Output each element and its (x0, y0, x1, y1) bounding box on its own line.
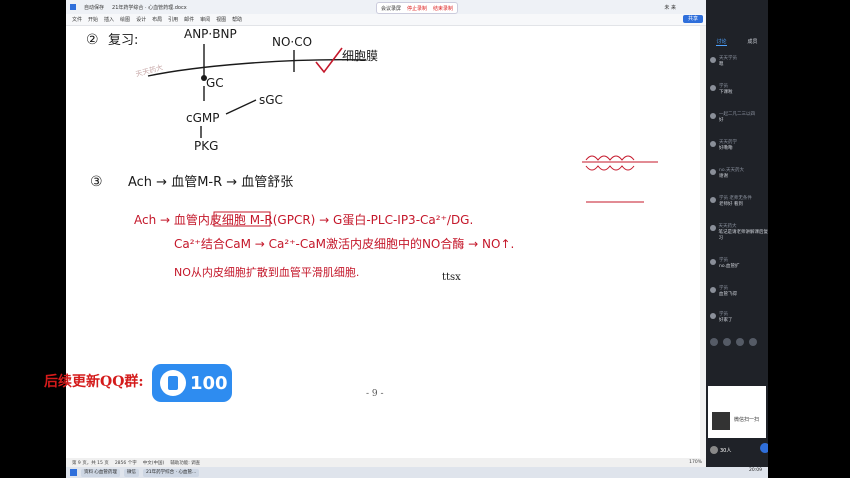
no-co-label: NO·CO (272, 35, 312, 49)
share-button[interactable]: 共享 (683, 15, 703, 23)
menu-draw[interactable]: 绘图 (120, 16, 130, 23)
chat-message: 一起二凡二三以四好 (710, 112, 755, 124)
pathway-line-1: Ach → 血管M-R → 血管舒张 (128, 175, 293, 190)
recording-controls: 会议录屏 停止录制 结束录制 (376, 2, 459, 14)
page-number: - 9 - (366, 389, 384, 399)
pathway-line-2: Ach → 血管内皮细胞 M-R(GPCR) → G蛋白-PLC-IP3-Ca²… (134, 212, 473, 227)
avatar (710, 259, 716, 265)
chat-message: 天天学员嗯 (710, 56, 737, 68)
chat-icon[interactable] (760, 443, 768, 453)
taskbar: 资料 心血管药理 微信 21年药学综合 · 心血管... 20:09 (66, 467, 768, 478)
chat-message: 学员 no.血管扩 (710, 258, 739, 270)
zoom-level[interactable]: 170% (689, 460, 702, 465)
gift-icon[interactable] (736, 338, 744, 346)
user-name[interactable]: 未 来 (664, 4, 676, 11)
chat-message: no.天天药大 谢谢 (710, 168, 744, 180)
section-number-3: ③ (90, 174, 103, 190)
autosave-label[interactable]: 自动保存 (84, 4, 104, 11)
chat-message: 学员 血管飞得 (710, 286, 737, 298)
chat-message: 学员 下课啦 (710, 84, 733, 96)
video-letterbox-right (768, 0, 850, 478)
membrane-label: 细胞膜 (342, 49, 378, 63)
tab-discussion[interactable]: 讨论 (716, 38, 727, 46)
menu-file[interactable]: 文件 (72, 16, 82, 23)
video-letterbox-left (0, 0, 66, 478)
accessibility[interactable]: 辅助功能: 调查 (170, 460, 200, 466)
anp-bnp-label: ANP·BNP (184, 27, 237, 41)
viewer-count: 30人 (720, 447, 732, 454)
taskbar-item[interactable]: 微信 (123, 468, 139, 477)
menu-references[interactable]: 引用 (168, 16, 178, 23)
membrane-line (147, 59, 367, 77)
more-icon[interactable] (749, 338, 757, 346)
document-filename: 21年药学综合 · 心血管药理.docx (112, 4, 187, 11)
menu-insert[interactable]: 插入 (104, 16, 114, 23)
cgmp-label: cGMP (186, 111, 220, 125)
chat-message: 天天药大 笔记是请老师讲解课后复习 (710, 224, 768, 242)
like-badge: 100 (152, 364, 232, 402)
avatar (710, 169, 716, 175)
recording-status: 会议录屏 (381, 5, 402, 12)
gc-label: GC (206, 76, 224, 90)
chat-panel: 讨论 成员 天天学员嗯 学员 下课啦 一起二凡二三以四好 天天药学 好嘞嘞 no.天… (706, 0, 768, 467)
chat-message: 学员 好家了 (710, 312, 733, 324)
word-window: 自动保存 21年药学综合 · 心血管药理.docx 未 来 会议录屏 停止录制 … (66, 0, 768, 478)
page-count: 第 9 页，共 15 页 (72, 460, 109, 466)
menu-review[interactable]: 审阅 (200, 16, 210, 23)
taskbar-clock: 20:09 (749, 468, 762, 473)
qq-group-text: 后续更新QQ群: (44, 374, 144, 390)
menu-design[interactable]: 设计 (136, 16, 146, 23)
avatar (710, 313, 716, 319)
vessel-sketch (582, 155, 658, 171)
qr-label: 微信扫一扫 (734, 417, 760, 423)
menu-help[interactable]: 帮助 (232, 16, 242, 23)
ribbon-menu: 文件 开始 插入 绘图 设计 布局 引用 邮件 审阅 视图 帮助 (66, 14, 706, 26)
menu-mailings[interactable]: 邮件 (184, 16, 194, 23)
review-heading: 复习: (108, 33, 138, 48)
pkg-label: PKG (194, 139, 218, 153)
chat-message: 学员 老师无条件 老师好 看到 (710, 196, 752, 208)
qr-card[interactable]: 微信扫一扫 (708, 386, 766, 438)
viewer-info: 30人 (710, 443, 768, 454)
menu-view[interactable]: 视图 (216, 16, 226, 23)
section-number-2: ② (86, 32, 99, 48)
language[interactable]: 中文(中国) (143, 460, 165, 466)
taskbar-item[interactable]: 21年药学综合 · 心血管... (142, 468, 200, 477)
word-count[interactable]: 2856 个字 (115, 460, 137, 466)
pathway-line-4: NO从内皮细胞扩散到血管平滑肌细胞. (174, 265, 359, 279)
avatar (710, 287, 716, 293)
end-recording-button[interactable]: 结束录制 (433, 5, 453, 12)
menu-layout[interactable]: 布局 (152, 16, 162, 23)
avatar (710, 446, 718, 454)
sgc-arrow (225, 99, 257, 115)
save-icon[interactable] (70, 4, 76, 10)
chat-tabs: 讨论 成员 (706, 38, 768, 46)
like-count: 100 (190, 372, 228, 394)
typed-text: ttsx (442, 272, 461, 283)
chat-message: 天天药学 好嘞嘞 (710, 140, 737, 152)
menu-home[interactable]: 开始 (88, 16, 98, 23)
camera-icon[interactable] (723, 338, 731, 346)
status-bar: 第 9 页，共 15 页 2856 个字 中文(中国) 辅助功能: 调查 170… (66, 458, 706, 467)
qr-code (712, 412, 730, 430)
receptor-dot (201, 75, 207, 81)
start-icon[interactable] (70, 469, 77, 476)
tab-members[interactable]: 成员 (747, 38, 757, 46)
avatar (710, 113, 716, 119)
avatar (710, 85, 716, 91)
stop-recording-button[interactable]: 停止录制 (407, 5, 427, 12)
taskbar-item[interactable]: 资料 心血管药理 (81, 468, 120, 477)
pathway-line-3: Ca²⁺结合CaM → Ca²⁺-CaM激活内皮细胞中的NO合酶 → NO↑. (174, 236, 514, 251)
avatar (710, 141, 716, 147)
mic-icon[interactable] (710, 338, 718, 346)
chat-controls (710, 338, 762, 346)
sgc-label: sGC (259, 93, 283, 107)
avatar (710, 197, 716, 203)
avatar (710, 57, 716, 63)
avatar (710, 225, 716, 231)
thumbs-up-icon (160, 370, 186, 396)
